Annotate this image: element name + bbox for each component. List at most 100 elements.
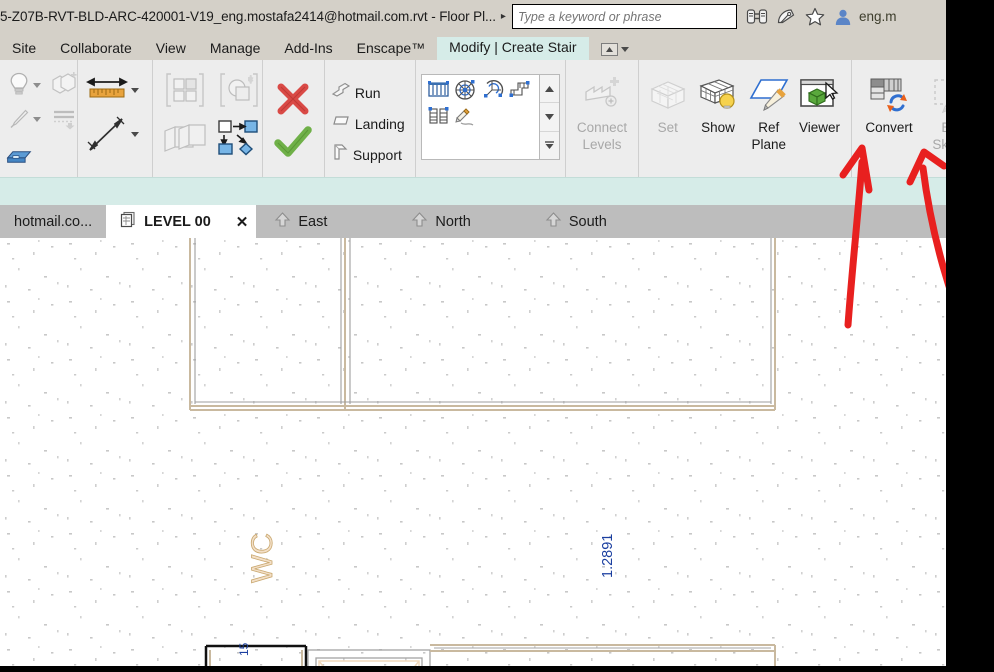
measure-dropdown-arrow-icon[interactable] <box>131 87 139 93</box>
connect-levels-button[interactable]: Connect Levels <box>571 64 633 177</box>
lightbulb-dropdown-arrow-icon[interactable] <box>33 82 41 88</box>
ribbon-tab-enscape[interactable]: Enscape™ <box>345 38 437 60</box>
tab-close-icon[interactable]: ✕ <box>236 213 249 231</box>
binoculars-icon[interactable] <box>746 8 768 25</box>
spiral-stair-icon[interactable] <box>453 78 478 102</box>
options-bar <box>0 177 994 205</box>
u-shape-stair-icon[interactable] <box>426 104 451 128</box>
set-workplane-icon <box>648 72 688 118</box>
landing-label: Landing <box>354 115 405 132</box>
tools-gallery[interactable] <box>421 74 541 160</box>
screenshot-right-edge <box>946 0 994 672</box>
l-shape-stair-icon[interactable] <box>507 78 532 102</box>
ribbon-tab-row: Site Collaborate View Manage Add-Ins Ens… <box>0 33 994 60</box>
search-input-wrap[interactable] <box>511 4 737 29</box>
gallery-expand-button[interactable] <box>540 132 559 159</box>
support-button[interactable]: Support <box>330 140 405 170</box>
ribbon-tab-add-ins[interactable]: Add-Ins <box>272 38 344 60</box>
small-left-dimension-label[interactable]: 15 <box>237 643 251 656</box>
satellite-dish-icon[interactable] <box>777 8 796 26</box>
view-tab-bar: hotmail.co... LEVEL 00 ✕ East North Sout… <box>0 205 994 238</box>
convert-button[interactable]: Convert <box>857 64 921 177</box>
ribbon: Run Landing Support Connect Levels Set S… <box>0 60 994 177</box>
cancel-x-icon[interactable] <box>274 81 312 122</box>
ref-plane-label-line1: Ref <box>758 120 780 135</box>
drawing-canvas[interactable]: WC 1.2891 15 <box>0 238 994 672</box>
ribbon-panel-properties <box>0 60 78 177</box>
ribbon-tab-view[interactable]: View <box>144 38 198 60</box>
title-overflow-chevron-icon[interactable]: ▸ <box>501 11 506 22</box>
tab-east-label: East <box>298 213 328 230</box>
vertical-dimension-label[interactable]: 1.2891 <box>600 534 616 578</box>
create-similar-icon[interactable] <box>163 70 207 115</box>
person-icon[interactable] <box>834 8 852 26</box>
finish-check-icon[interactable] <box>274 125 313 165</box>
floor-plan-icon <box>120 211 137 232</box>
account-user-label[interactable]: eng.m <box>859 9 897 24</box>
elevation-marker-icon <box>545 212 562 231</box>
show-button[interactable]: Show <box>691 64 744 177</box>
landing-button[interactable]: Landing <box>330 109 405 139</box>
show-label-line1: Show <box>701 120 735 135</box>
tab-north[interactable]: North <box>397 205 530 238</box>
support-icon <box>330 142 350 167</box>
ribbon-panel-multistory: Connect Levels <box>566 60 640 177</box>
viewer-button[interactable]: Viewer <box>793 64 846 177</box>
ribbon-tab-collaborate[interactable]: Collaborate <box>48 38 144 60</box>
revit-window: 5-Z07B-RVT-BLD-ARC-420001-V19_eng.mostaf… <box>0 0 994 672</box>
run-icon <box>330 80 352 105</box>
connect-levels-label-line1: Connect <box>576 120 628 135</box>
elevation-marker-icon <box>411 212 428 231</box>
support-label: Support <box>352 146 402 163</box>
gallery-scroll-down-button[interactable] <box>540 103 560 132</box>
chevron-down-icon[interactable] <box>620 47 629 52</box>
search-input[interactable] <box>517 9 736 24</box>
window-title: 5-Z07B-RVT-BLD-ARC-420001-V19_eng.mostaf… <box>0 9 496 24</box>
layers-icon[interactable] <box>47 107 81 131</box>
tab-level-00-label: LEVEL 00 <box>144 213 211 230</box>
measure-ruler-icon[interactable] <box>83 74 131 106</box>
convert-icon <box>867 72 911 118</box>
sketch-pencil-icon[interactable] <box>453 106 478 130</box>
winder-stair-icon[interactable] <box>480 78 505 102</box>
ribbon-tab-site[interactable]: Site <box>0 38 48 60</box>
stack-icon[interactable] <box>161 119 209 162</box>
star-icon[interactable] <box>805 7 825 26</box>
ribbon-panel-components: Run Landing Support <box>325 60 417 177</box>
viewer-label-line1: Viewer <box>798 120 840 135</box>
tab-east[interactable]: East <box>256 205 397 238</box>
cube-copy-icon[interactable] <box>47 72 81 98</box>
ribbon-panel-work-plane: Set Show Ref Plane Viewer <box>639 60 853 177</box>
tab-south-label: South <box>568 213 607 230</box>
tab-north-label: North <box>435 213 471 230</box>
set-label-line1: Set <box>657 120 678 135</box>
tab-hotmail-doc[interactable]: hotmail.co... <box>0 205 106 238</box>
ref-plane-button[interactable]: Ref Plane <box>745 64 793 177</box>
workflow-icon[interactable] <box>215 118 263 163</box>
aligned-dimension-icon[interactable] <box>83 115 131 153</box>
ref-plane-label-line2: Plane <box>751 137 786 152</box>
collapse-ribbon-icon[interactable] <box>600 43 618 56</box>
run-button[interactable]: Run <box>330 78 405 108</box>
railing-icon[interactable] <box>426 78 451 102</box>
create-part-icon[interactable] <box>217 70 261 115</box>
tab-level-00[interactable]: LEVEL 00 ✕ <box>106 205 257 238</box>
level-tool-icon[interactable] <box>5 146 33 168</box>
lightbulb-icon[interactable] <box>5 72 33 98</box>
gallery-scrollbar[interactable] <box>540 74 561 160</box>
floor-plan-geometry: WC <box>189 238 776 672</box>
tab-south[interactable]: South <box>531 205 621 238</box>
ribbon-tab-manage[interactable]: Manage <box>198 38 273 60</box>
gallery-scroll-up-button[interactable] <box>540 75 560 104</box>
ribbon-panel-tools-gallery <box>416 60 567 177</box>
ribbon-panel-measure <box>78 60 153 177</box>
paintbrush-icon[interactable] <box>5 108 33 130</box>
paintbrush-dropdown-arrow-icon[interactable] <box>33 116 41 122</box>
connect-levels-label-line2: Levels <box>582 137 622 152</box>
set-button[interactable]: Set <box>644 64 691 177</box>
dimension-dropdown-arrow-icon[interactable] <box>131 131 139 137</box>
show-workplane-icon <box>697 72 739 118</box>
ribbon-tab-modify-create-stair[interactable]: Modify | Create Stair <box>437 37 589 60</box>
run-label: Run <box>354 84 381 101</box>
ribbon-collapse-control[interactable] <box>600 43 629 60</box>
